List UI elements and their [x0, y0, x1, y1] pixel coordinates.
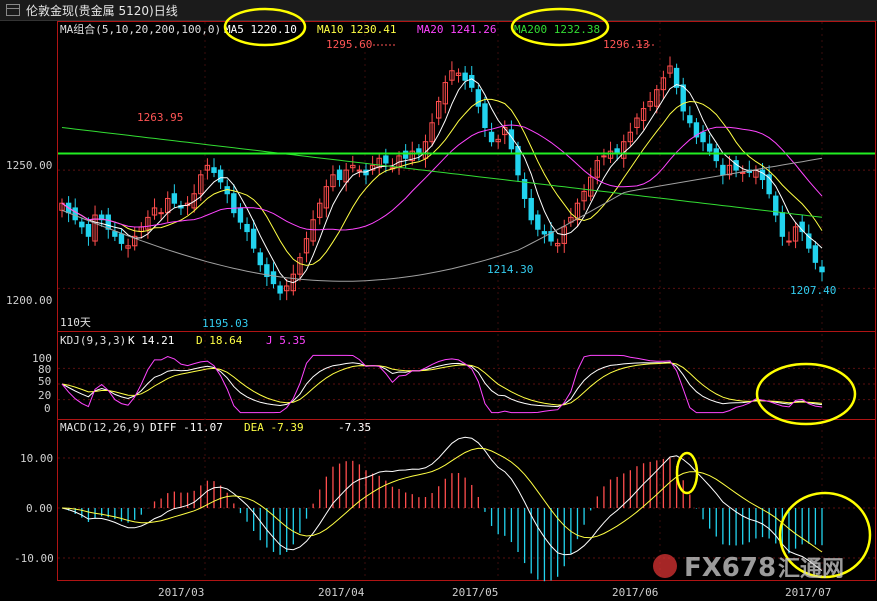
candle-body: [720, 164, 726, 176]
date-axis-label: 2017/07: [785, 586, 831, 599]
period-label: 110天: [60, 316, 91, 329]
candle-body: [217, 169, 224, 183]
candle-body: [469, 74, 475, 88]
candle-body: [79, 221, 85, 228]
candle-body: [739, 171, 746, 174]
ma200-label: MA200 1232.38: [514, 23, 600, 36]
kdj-axis-label: 0: [44, 402, 51, 415]
chart-canvas[interactable]: MA组合(5,10,20,200,100,0) MA5 1220.10 MA10…: [0, 0, 877, 601]
candle-body: [812, 245, 819, 263]
macd-value-label: -7.35: [338, 421, 371, 434]
kdj-j-label: J 5.35: [266, 334, 306, 347]
macd-title: MACD(12,26,9): [60, 421, 146, 434]
kdj-title: KDJ(9,3,3): [60, 334, 126, 347]
candle-body: [488, 131, 495, 143]
watermark-subtext: 汇通网: [778, 557, 844, 582]
watermark-text: FX678: [684, 553, 776, 583]
candle-body: [270, 271, 277, 285]
candle-body: [819, 266, 825, 273]
candle-body: [118, 233, 125, 244]
price-low-label: 1214.30: [487, 263, 533, 276]
candle-body: [482, 103, 488, 129]
candle-body: [383, 155, 389, 164]
highlight-ellipse: [755, 362, 857, 426]
price-axis-label: 1200.00: [6, 294, 52, 307]
ma20-label: MA20 1241.26: [417, 23, 496, 36]
macd-diff-label: DIFF -11.07: [150, 421, 223, 434]
macd-axis-label: -10.00: [14, 552, 54, 565]
ma10-label: MA10 1230.41: [317, 23, 396, 36]
candle-body: [257, 252, 263, 266]
candle-body: [515, 145, 521, 176]
date-axis-label: 2017/04: [318, 586, 365, 599]
candle-body: [356, 169, 363, 172]
ma200-line: [61, 127, 823, 218]
kdj-d-label: D 18.64: [196, 334, 243, 347]
macd-diff-line: [61, 436, 823, 572]
macd-axis-label: 0.00: [26, 502, 53, 515]
candle-body: [475, 89, 482, 107]
price-high-label: 1263.95: [137, 111, 183, 124]
candle-body: [112, 231, 118, 237]
candle-body: [171, 193, 178, 204]
candle-body: [687, 115, 693, 124]
ma100-line: [61, 157, 823, 282]
kdj-axis-label: 50: [38, 375, 51, 388]
candle-body: [277, 285, 283, 294]
date-axis-label: 2017/03: [158, 586, 204, 599]
candle-body: [535, 214, 541, 230]
candle-body: [706, 143, 713, 152]
price-low-label: 1207.40: [790, 284, 836, 297]
highlight-ellipse: [675, 451, 699, 495]
candle-body: [462, 72, 468, 81]
price-high-label: 1295.60: [326, 38, 372, 51]
candle-body: [231, 193, 237, 214]
macd-dea-line: [61, 447, 823, 553]
watermark-logo-icon: [653, 554, 677, 578]
candle-body: [528, 197, 534, 221]
kdj-axis-label: 20: [38, 389, 51, 402]
macd-axis-label: 10.00: [20, 452, 53, 465]
watermark: FX678 汇通网: [653, 553, 844, 583]
candle-body: [250, 228, 257, 249]
date-axis-label: 2017/05: [452, 586, 498, 599]
ma-group-label: MA组合(5,10,20,200,100,0): [60, 22, 221, 36]
ma10-line: [61, 98, 823, 266]
candle-body: [72, 207, 78, 221]
price-axis-label: 1250.00: [6, 159, 52, 172]
candlesticks: [59, 56, 825, 301]
price-low-label: 1195.03: [202, 317, 248, 330]
candle-body: [402, 150, 409, 159]
candle-body: [601, 155, 607, 158]
candle-body: [237, 207, 244, 223]
candle-body: [680, 84, 686, 112]
price-panel-border: [57, 21, 876, 332]
kdj-panel-border: [57, 331, 876, 420]
candle-body: [336, 169, 343, 181]
candle-body: [105, 214, 111, 230]
candle-body: [700, 131, 706, 143]
candle-body: [158, 212, 164, 215]
candle-body: [541, 231, 548, 235]
ma5-label: MA5 1220.10: [224, 23, 297, 36]
candle-body: [85, 223, 92, 237]
macd-dea-label: DEA -7.39: [244, 421, 304, 434]
candle-body: [786, 240, 792, 243]
date-axis-label: 2017/06: [612, 586, 658, 599]
candle-body: [211, 167, 217, 173]
kdj-k-label: K 14.21: [128, 334, 174, 347]
candle-body: [779, 212, 786, 237]
candle-body: [244, 223, 250, 233]
price-high-label: 1296.13: [603, 38, 649, 51]
candle-body: [713, 148, 719, 162]
candle-body: [759, 169, 766, 181]
